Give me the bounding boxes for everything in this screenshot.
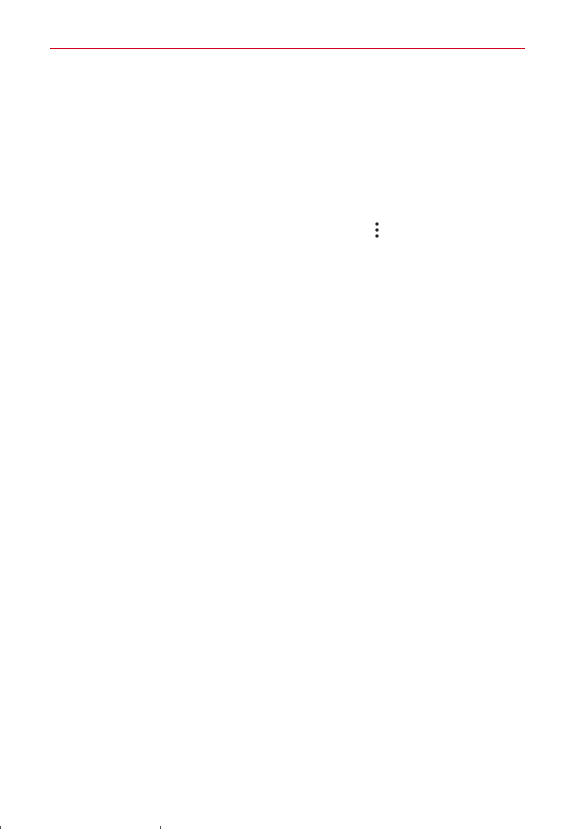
header-divider <box>50 48 525 49</box>
more-vertical-icon <box>373 221 381 239</box>
manual-page <box>0 0 577 829</box>
